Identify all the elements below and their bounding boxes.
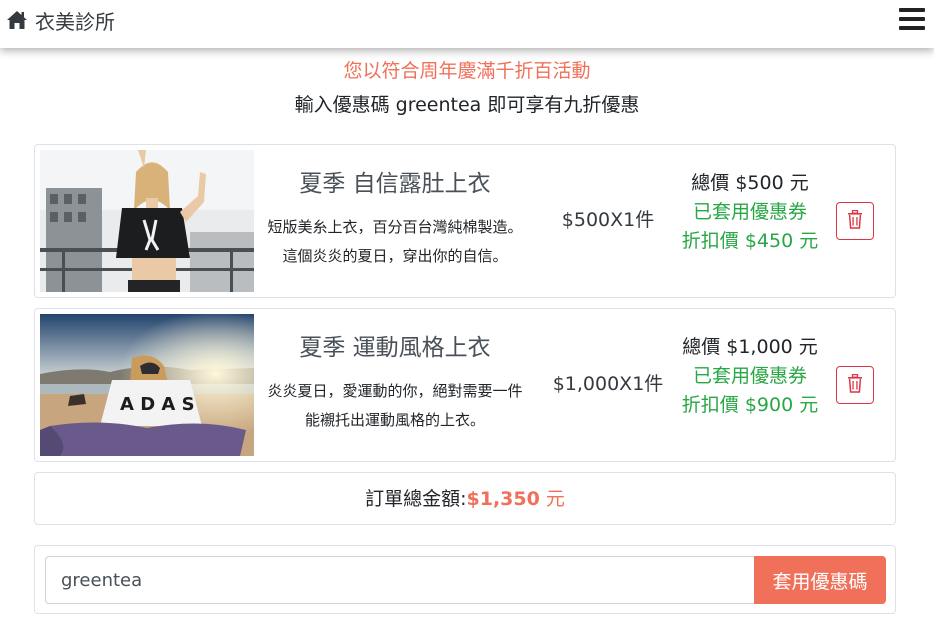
- product-unit-price-qty: $500X1件: [561, 209, 655, 231]
- trash-icon: [847, 209, 863, 232]
- discounted-price: 折扣價 $900 元: [681, 394, 819, 416]
- product-title: 夏季 自信露肚上衣: [299, 171, 491, 197]
- price-summary: 總價 $500 元 已套用優惠券 折扣價 $450 元: [671, 169, 829, 256]
- coupon-code-input[interactable]: [45, 556, 755, 604]
- product-photo-beach-sport-shirt: A D A S: [40, 314, 254, 456]
- brand-name: 衣美診所: [35, 10, 115, 34]
- delete-item-button[interactable]: [836, 366, 874, 404]
- product-description-line: 能襯托出運動風格的上衣。: [304, 411, 485, 429]
- product-photo-woman-crop-top: [40, 150, 254, 292]
- product-unit-price-qty: $1,000X1件: [552, 373, 664, 395]
- brand-link[interactable]: 衣美診所: [6, 9, 115, 35]
- trash-icon: [847, 373, 863, 396]
- product-description-line: 這個炎炎的夏日，穿出你的自信。: [282, 247, 508, 265]
- product-description: 炎炎夏日，愛運動的你，絕對需要一件 能襯托出運動風格的上衣。: [253, 377, 537, 435]
- cart-item: 夏季 自信露肚上衣 短版美糸上衣，百分百台灣純棉製造。 這個炎炎的夏日，穿出你的…: [34, 144, 896, 298]
- coupon-applied-status: 已套用優惠券: [692, 365, 807, 387]
- order-total-label: 訂單總金額:: [365, 488, 467, 510]
- item-total-price: 總價 $1,000 元: [682, 336, 818, 358]
- coupon-applied-status: 已套用優惠券: [692, 201, 807, 223]
- order-total-amount: $1,350: [466, 488, 540, 510]
- order-total-card: 訂單總金額:$1,350 元: [34, 472, 896, 525]
- coupon-form: 套用優惠碼: [34, 545, 896, 614]
- product-description: 短版美糸上衣，百分百台灣純棉製造。 這個炎炎的夏日，穿出你的自信。: [253, 213, 537, 271]
- shirt-print-image-text: A D A S: [120, 394, 195, 415]
- product-description-line: 短版美糸上衣，百分百台灣純棉製造。: [267, 218, 523, 236]
- hamburger-menu-icon[interactable]: [897, 6, 927, 34]
- delete-item-button[interactable]: [836, 202, 874, 240]
- navbar: 衣美診所: [0, 0, 934, 48]
- order-total-unit: 元: [539, 488, 565, 510]
- cart-item: A D A S 夏季 運動風格上衣 炎炎夏日，愛運動的你，絕對需要一件 能襯托出…: [34, 308, 896, 462]
- product-title: 夏季 運動風格上衣: [299, 335, 491, 361]
- discounted-price: 折扣價 $450 元: [681, 230, 819, 252]
- apply-coupon-button[interactable]: 套用優惠碼: [754, 556, 886, 604]
- promo-anniversary-text: 您以符合周年慶滿千折百活動: [343, 60, 591, 82]
- item-total-price: 總價 $500 元: [691, 172, 809, 194]
- home-icon: [6, 10, 28, 34]
- product-description-line: 炎炎夏日，愛運動的你，絕對需要一件: [267, 382, 523, 400]
- order-total: 訂單總金額:$1,350 元: [35, 486, 895, 512]
- promo-coupon-hint: 輸入優惠碼 greentea 即可享有九折優惠: [294, 94, 640, 116]
- price-summary: 總價 $1,000 元 已套用優惠券 折扣價 $900 元: [671, 333, 829, 420]
